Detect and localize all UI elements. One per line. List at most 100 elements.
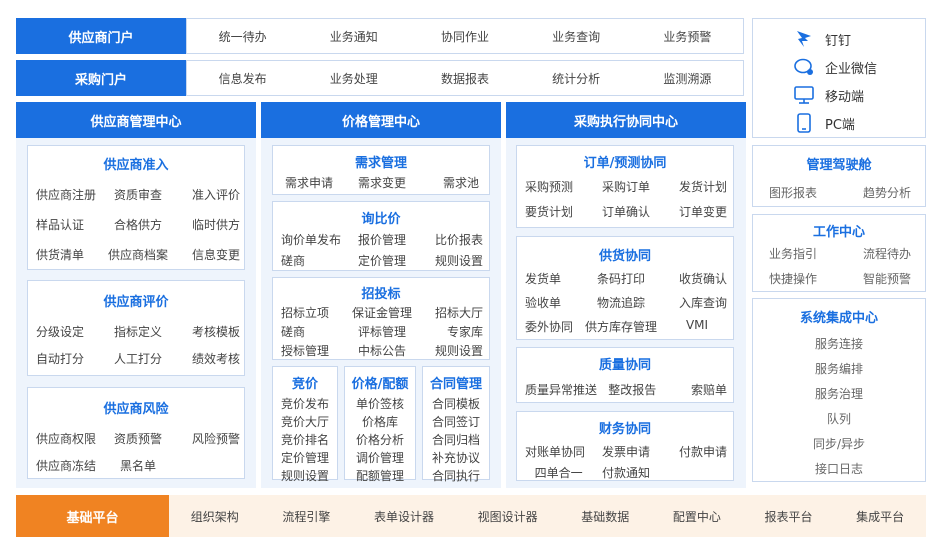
module-item[interactable]: 评标管理 [348,323,415,340]
module-item[interactable]: 发票申请 [592,443,659,460]
module-item[interactable]: 补充协议 [432,449,480,466]
module-item[interactable]: 资质预警 [104,430,172,447]
module-item[interactable]: 合同签订 [432,413,480,430]
module-item[interactable]: 竞价排名 [281,431,329,448]
base-platform-item[interactable]: 视图设计器 [478,508,538,525]
module-item[interactable]: 供货清单 [36,246,104,263]
base-platform-item[interactable]: 流程引擎 [282,508,330,525]
module-item[interactable]: 报价管理 [348,231,415,248]
client-wecom[interactable]: 企业微信 [793,57,877,77]
module-item[interactable]: 风险预警 [172,430,240,447]
base-platform-item[interactable]: 基础数据 [581,508,629,525]
module-item[interactable]: 供方库存管理 [585,318,657,335]
purchase-portal-item[interactable]: 数据报表 [441,70,489,87]
module-item[interactable]: 供应商档案 [104,246,172,263]
module-item[interactable]: 合同归档 [432,431,480,448]
module-item[interactable]: 供应商注册 [36,186,104,203]
module-item[interactable]: 发货单 [525,270,585,287]
client-pc[interactable]: PC端 [793,113,855,133]
base-platform-item[interactable]: 表单设计器 [374,508,434,525]
module-item[interactable]: 队列 [827,410,851,427]
supplier-portal-item[interactable]: 协同作业 [441,28,489,45]
module-item[interactable]: 快捷操作 [769,270,840,287]
module-item[interactable]: 考核模板 [172,323,240,340]
module-item[interactable]: 索赔单 [664,381,727,398]
module-item[interactable]: 供应商冻结 [36,457,104,474]
supplier-portal-item[interactable]: 统一待办 [219,28,267,45]
module-item[interactable]: 发货计划 [660,178,727,195]
module-item[interactable]: 样品认证 [36,216,104,233]
module-item[interactable]: 黑名单 [104,457,172,474]
module-item[interactable]: 四单合一 [525,464,592,481]
module-item[interactable]: 中标公告 [348,342,415,359]
module-item[interactable]: 服务编排 [815,360,863,377]
module-item[interactable]: 委外协同 [525,318,585,335]
module-item[interactable]: 磋商 [281,323,348,340]
module-item[interactable]: 价格库 [362,413,398,430]
module-item[interactable]: 流程待办 [840,245,911,262]
module-item[interactable]: 绩效考核 [172,350,240,367]
module-item[interactable]: 专家库 [416,323,483,340]
module-item[interactable]: 收货确认 [657,270,727,287]
purchase-portal-item[interactable]: 监测溯源 [663,70,711,87]
module-item[interactable]: 需求池 [414,174,479,191]
module-item[interactable]: 资质审查 [104,186,172,203]
module-item[interactable]: 指标定义 [104,323,172,340]
module-item[interactable]: 招标立项 [281,304,348,321]
module-item[interactable]: 合同模板 [432,395,480,412]
module-item[interactable]: 条码打印 [585,270,657,287]
module-item[interactable]: 规则设置 [281,467,329,484]
base-platform-item[interactable]: 报表平台 [765,508,813,525]
module-item[interactable]: 供应商权限 [36,430,104,447]
module-item[interactable]: 要货计划 [525,203,592,220]
module-item[interactable]: 合同执行 [432,467,480,484]
base-platform-item[interactable]: 集成平台 [856,508,904,525]
module-item[interactable]: 招标大厅 [416,304,483,321]
module-item[interactable]: 合格供方 [104,216,172,233]
module-item[interactable]: 质量异常推送 [525,381,601,398]
module-item[interactable]: 接口日志 [815,460,863,477]
module-item[interactable]: 业务指引 [769,245,840,262]
module-item[interactable]: 规则设置 [416,342,483,359]
module-item[interactable]: 验收单 [525,294,585,311]
module-item[interactable]: 需求申请 [285,174,350,191]
module-item[interactable]: 配额管理 [356,467,404,484]
purchase-portal-label[interactable]: 采购门户 [16,60,186,96]
base-platform-label[interactable]: 基础平台 [16,495,169,537]
module-item[interactable]: 定价管理 [348,252,415,269]
module-item[interactable]: 调价管理 [356,449,404,466]
client-dingtalk[interactable]: 钉钉 [793,29,851,49]
module-item[interactable]: VMI [657,318,727,335]
module-item[interactable]: 订单确认 [592,203,659,220]
base-platform-item[interactable]: 配置中心 [673,508,721,525]
supplier-portal-item[interactable]: 业务通知 [330,28,378,45]
client-mobile[interactable]: 移动端 [793,85,864,105]
module-item[interactable]: 临时供方 [172,216,240,233]
module-item[interactable]: 采购订单 [592,178,659,195]
module-item[interactable]: 保证金管理 [348,304,415,321]
purchase-portal-item[interactable]: 信息发布 [219,70,267,87]
module-item[interactable]: 询价单发布 [281,231,348,248]
module-item[interactable]: 准入评价 [172,186,240,203]
supplier-portal-item[interactable]: 业务预警 [663,28,711,45]
module-item[interactable]: 自动打分 [36,350,104,367]
module-item[interactable]: 付款通知 [592,464,659,481]
module-item[interactable]: 物流追踪 [585,294,657,311]
module-item[interactable]: 竞价大厅 [281,413,329,430]
module-item[interactable]: 付款申请 [660,443,727,460]
module-item[interactable]: 订单变更 [660,203,727,220]
module-item[interactable]: 整改报告 [601,381,664,398]
module-item[interactable]: 分级设定 [36,323,104,340]
module-item[interactable]: 竞价发布 [281,395,329,412]
module-item[interactable]: 定价管理 [281,449,329,466]
module-item[interactable]: 比价报表 [416,231,483,248]
module-item[interactable]: 授标管理 [281,342,348,359]
purchase-portal-item[interactable]: 统计分析 [552,70,600,87]
purchase-portal-item[interactable]: 业务处理 [330,70,378,87]
module-item[interactable]: 智能预警 [840,270,911,287]
supplier-portal-label[interactable]: 供应商门户 [16,18,186,54]
module-item[interactable]: 人工打分 [104,350,172,367]
module-item[interactable]: 采购预测 [525,178,592,195]
module-item[interactable]: 需求变更 [350,174,415,191]
module-item[interactable]: 磋商 [281,252,348,269]
